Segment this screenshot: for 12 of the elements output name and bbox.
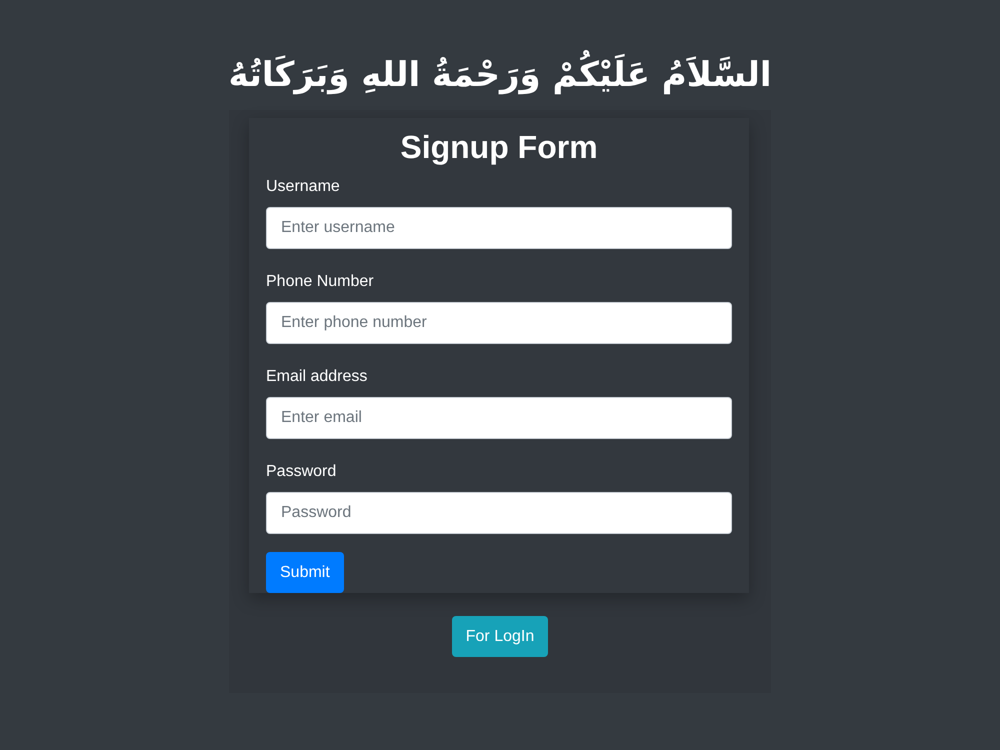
submit-button[interactable]: Submit xyxy=(266,552,344,593)
input-field[interactable]: Enter email xyxy=(266,397,732,439)
field-label: Password xyxy=(266,462,336,482)
field-label: Email address xyxy=(266,367,368,387)
greeting-heading: السَّلاَمُ عَلَيْكُمْ وَرَحْمَةُ اللهِ وَبَرَكَاتُهُ xyxy=(228,40,772,110)
form-title: Signup Form xyxy=(400,128,598,167)
input-field[interactable]: Password xyxy=(266,492,732,534)
input-field[interactable]: Enter username xyxy=(266,207,732,249)
field-label: Phone Number xyxy=(266,272,374,292)
input-field[interactable]: Enter phone number xyxy=(266,302,732,344)
field-label: Username xyxy=(266,177,340,197)
login-button[interactable]: For LogIn xyxy=(452,616,548,657)
